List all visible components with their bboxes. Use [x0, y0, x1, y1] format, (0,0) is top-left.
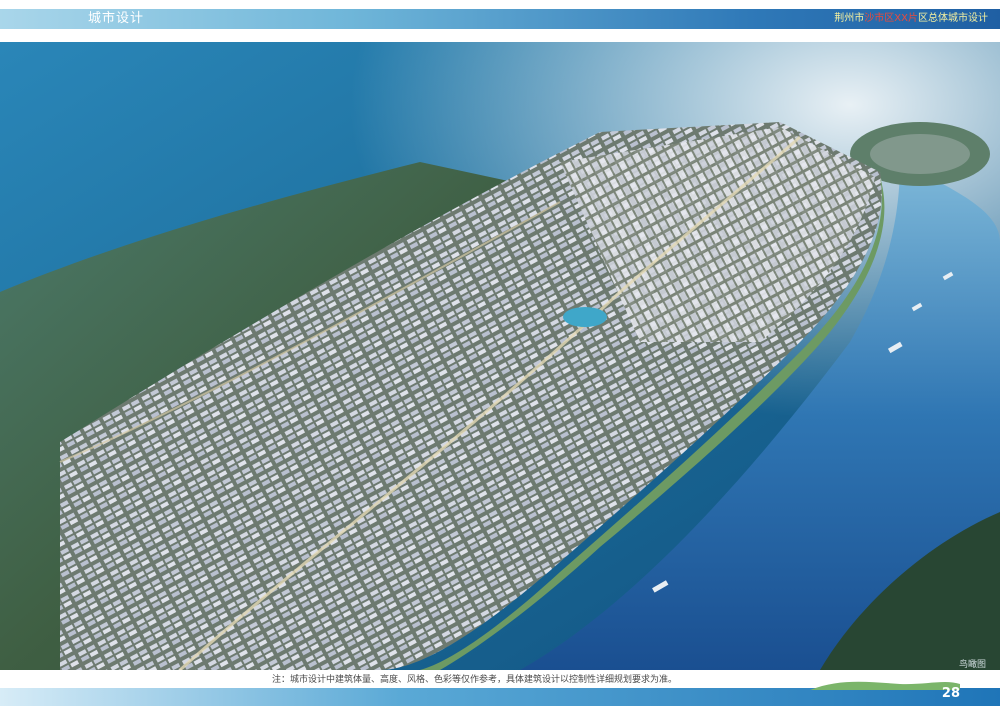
page-number: 28 [941, 686, 960, 701]
footer-strip [0, 688, 1000, 706]
footer-note: 注：城市设计中建筑体量、高度、风格、色彩等仅作参考，具体建筑设计以控制性详细规划… [272, 675, 678, 685]
aerial-view-illustration [0, 42, 1000, 670]
project-title: 荆州市沙市区XX片区总体城市设计 [834, 9, 988, 29]
aerial-view-rendering: 鸟瞰图 [0, 42, 1000, 670]
central-lake [563, 307, 607, 327]
image-label: 鸟瞰图 [958, 660, 986, 670]
section-title: 城市设计 [88, 11, 145, 26]
page-footer: 注：城市设计中建筑体量、高度、风格、色彩等仅作参考，具体建筑设计以控制性详细规划… [0, 670, 1000, 706]
project-title-highlight: 沙市区XX片 [864, 13, 918, 24]
page-header: 城市设计 荆州市沙市区XX片区总体城市设计 [0, 0, 1000, 42]
project-title-suffix: 区总体城市设计 [918, 13, 988, 24]
project-title-prefix: 荆州市 [834, 13, 865, 24]
footer-hill-graphic [810, 681, 960, 690]
